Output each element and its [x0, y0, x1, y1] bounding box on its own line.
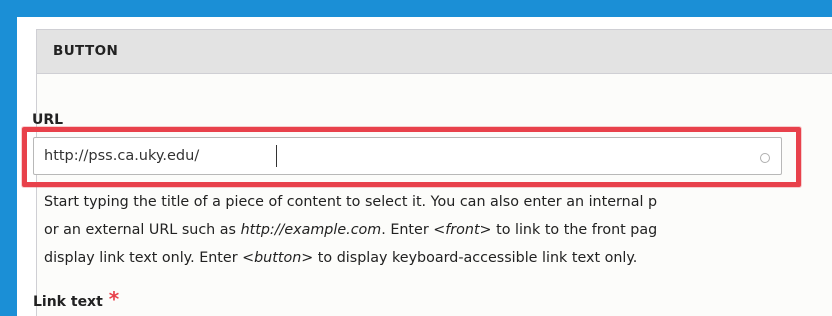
panel-header[interactable]: BUTTON [37, 30, 832, 74]
description-text: to link to the front pag [491, 222, 658, 238]
highlight-box [22, 127, 801, 187]
url-description: Start typing the title of a piece of con… [44, 188, 832, 272]
description-line-2: or an external URL such as http://exampl… [44, 216, 832, 244]
front-token: <front> [433, 222, 492, 238]
description-line-1: Start typing the title of a piece of con… [44, 194, 658, 210]
button-token: <button> [242, 250, 314, 266]
content-frame: BUTTON URL Start typing the title of a p… [17, 17, 832, 316]
description-line-3: display link text only. Enter <button> t… [44, 244, 832, 272]
link-text-label-text: Link text [33, 294, 103, 310]
description-text: display link text only. Enter [44, 250, 243, 266]
description-text: . Enter [381, 222, 434, 238]
url-label: URL [32, 112, 64, 128]
description-text: or an external URL such as [44, 222, 241, 238]
description-text: to display keyboard-accessible link text… [313, 250, 638, 266]
example-url: http://example.com [240, 222, 382, 238]
panel-title: BUTTON [53, 43, 119, 59]
link-text-label: Link text * [33, 289, 119, 310]
required-marker: * [108, 287, 120, 311]
